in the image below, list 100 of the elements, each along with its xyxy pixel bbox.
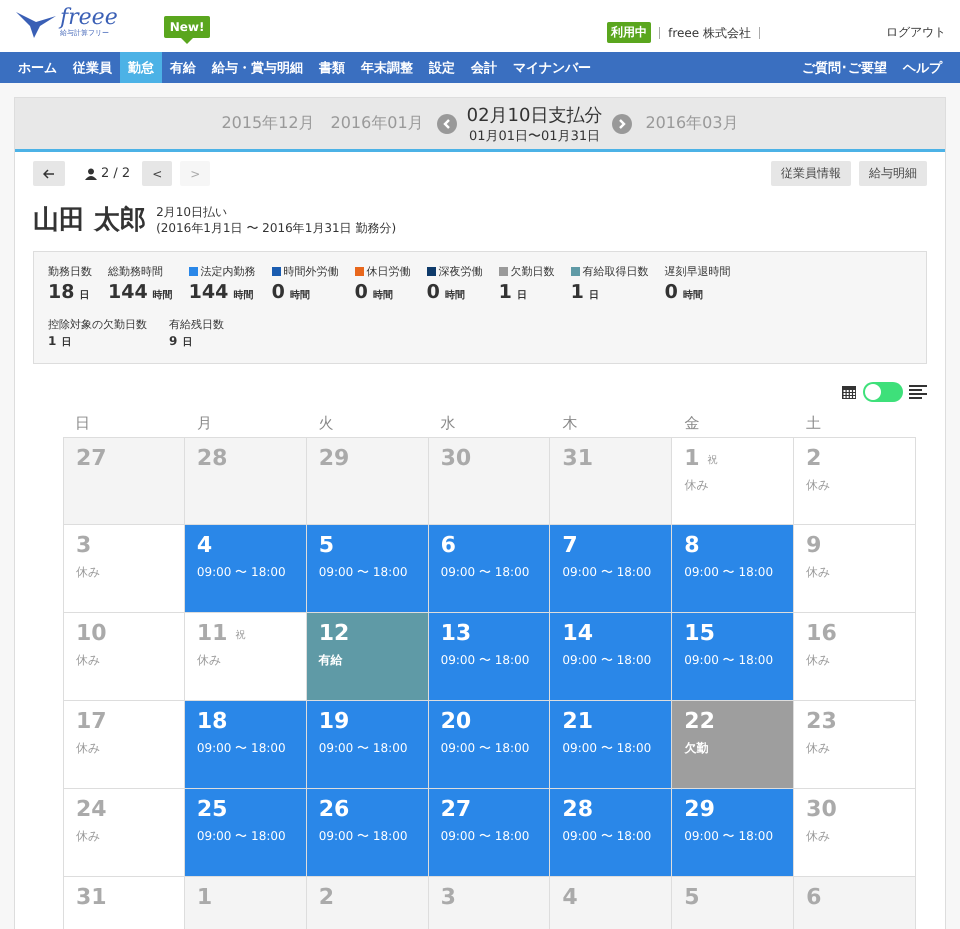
calendar-day[interactable]: 4 (550, 877, 672, 929)
calendar-day[interactable]: 31 (63, 877, 185, 929)
calendar-day[interactable]: 17 休み (63, 701, 185, 789)
nav-tab[interactable]: 給与・賞与明細 (204, 52, 311, 83)
stat-label: 休日労働 (354, 264, 411, 279)
next-icon[interactable] (612, 114, 632, 134)
back-button[interactable] (33, 161, 65, 186)
calendar-day[interactable]: 5 (672, 877, 794, 929)
day-note: 09:00 〜 18:00 (562, 828, 652, 845)
nav-link[interactable]: ヘルプ (895, 52, 950, 83)
calendar-day[interactable]: 2 休み (794, 437, 916, 525)
back-arrow-icon (43, 168, 55, 178)
list-icon[interactable] (909, 385, 927, 399)
pay-date: 2月10日払い (156, 204, 228, 220)
day-number: 31 (562, 446, 594, 471)
calendar-day[interactable]: 27 (63, 437, 185, 525)
day-number: 16 (806, 621, 837, 646)
nav-tab[interactable]: マイナンバー (505, 52, 599, 83)
person-icon (85, 168, 97, 180)
period-link[interactable]: 2016年01月 (328, 113, 427, 134)
calendar-day[interactable]: 3 休み (63, 525, 185, 613)
calendar-day[interactable]: 5 09:00 〜 18:00 (306, 525, 429, 613)
calendar-day[interactable]: 29 (306, 437, 429, 525)
day-number: 6 (440, 533, 456, 558)
calendar-day[interactable]: 27 09:00 〜 18:00 (428, 789, 550, 877)
nav-tab[interactable]: 勤怠 (120, 52, 162, 83)
nav-tab[interactable]: 年末調整 (353, 52, 421, 83)
calendar-day[interactable]: 25 09:00 〜 18:00 (184, 789, 307, 877)
day-note: 09:00 〜 18:00 (196, 740, 287, 757)
calendar-day[interactable]: 31 (550, 437, 672, 525)
calendar-day[interactable]: 8 09:00 〜 18:00 (672, 525, 794, 613)
calendar-day[interactable]: 18 09:00 〜 18:00 (184, 701, 307, 789)
stat-value: 0 時間 (426, 281, 466, 303)
action-button[interactable]: 従業員情報 (771, 161, 851, 186)
calendar-day[interactable]: 30 休み (794, 789, 916, 877)
stat-value: 18 日 (48, 281, 90, 303)
calendar-day[interactable]: 2 (306, 877, 429, 929)
calendar-day[interactable]: 9 休み (794, 525, 916, 613)
nav-tab[interactable]: 従業員 (65, 52, 120, 83)
calendar-day[interactable]: 4 09:00 〜 18:00 (184, 525, 307, 613)
calendar-day[interactable]: 21 09:00 〜 18:00 (550, 701, 672, 789)
day-number: 5 (318, 533, 334, 558)
holiday-mark: 祝 (235, 628, 246, 643)
stat-value: 9 日 (169, 334, 194, 349)
calendar-day[interactable]: 12 有給 (306, 613, 429, 701)
calendar-day[interactable]: 26 09:00 〜 18:00 (306, 789, 429, 877)
previous-icon[interactable] (436, 114, 457, 134)
calendar-day[interactable]: 28 (184, 437, 307, 525)
calendar-day[interactable]: 22 欠勤 (672, 701, 794, 789)
day-number: 26 (318, 797, 350, 822)
calendar-day[interactable]: 1 (184, 877, 307, 929)
calendar-day[interactable]: 3 (428, 877, 550, 929)
day-number: 15 (684, 621, 715, 646)
calendar-day[interactable]: 23 休み (794, 701, 916, 789)
day-number: 3 (440, 885, 456, 910)
calendar-day[interactable]: 6 (794, 877, 916, 929)
weekday-label: 金 (683, 413, 700, 434)
calendar-day[interactable]: 20 09:00 〜 18:00 (428, 701, 550, 789)
action-button[interactable]: 給与明細 (859, 161, 927, 186)
calendar-day[interactable]: 7 09:00 〜 18:00 (550, 525, 672, 613)
calendar-icon[interactable] (841, 384, 857, 400)
calendar-day[interactable]: 19 09:00 〜 18:00 (306, 701, 429, 789)
day-number: 10 (76, 621, 107, 646)
nav-tab[interactable]: 会計 (463, 52, 505, 83)
calendar-day[interactable]: 14 09:00 〜 18:00 (550, 613, 672, 701)
calendar-day[interactable]: 28 09:00 〜 18:00 (550, 789, 672, 877)
calendar-day[interactable]: 16 休み (794, 613, 916, 701)
day-number: 2 (806, 446, 822, 471)
day-number: 3 (76, 533, 92, 558)
day-note: 09:00 〜 18:00 (562, 740, 652, 757)
nav-tab[interactable]: ホーム (10, 52, 65, 83)
nav-tab[interactable]: 書類 (311, 52, 353, 83)
view-toggle[interactable] (863, 382, 903, 402)
stat-label: 控除対象の欠勤日数 (48, 317, 147, 332)
calendar-day[interactable]: 30 (428, 437, 550, 525)
period-link[interactable]: 2015年12月 (218, 113, 318, 134)
calendar-day[interactable]: 24 休み (63, 789, 185, 877)
day-number: 17 (76, 709, 107, 734)
nav-link[interactable]: ご質問･ご要望 (794, 52, 895, 83)
previous-button[interactable]: < (142, 161, 172, 186)
calendar-day[interactable]: 6 09:00 〜 18:00 (428, 525, 550, 613)
employee-name: 山田 太郎 (33, 204, 146, 237)
day-number: 1 (684, 446, 700, 471)
next-button[interactable]: > (180, 161, 210, 186)
nav-tab[interactable]: 設定 (421, 52, 463, 83)
period-link[interactable]: 2016年03月 (642, 113, 742, 134)
status-badge: 利用中 (607, 22, 652, 43)
day-note: 09:00 〜 18:00 (318, 740, 408, 757)
nav-tab[interactable]: 有給 (162, 52, 204, 83)
calendar-day[interactable]: 1 祝 休み (672, 437, 794, 525)
calendar-day[interactable]: 29 09:00 〜 18:00 (672, 789, 794, 877)
day-number: 20 (440, 709, 472, 734)
day-number: 27 (76, 446, 107, 471)
logout-link[interactable]: ログアウト (886, 24, 946, 41)
calendar-day[interactable]: 13 09:00 〜 18:00 (428, 613, 550, 701)
stat-label: 時間外労働 (272, 264, 339, 279)
day-note: 休み (76, 740, 101, 757)
calendar-day[interactable]: 15 09:00 〜 18:00 (672, 613, 794, 701)
calendar-day[interactable]: 11 祝 休み (184, 613, 307, 701)
calendar-day[interactable]: 10 休み (63, 613, 185, 701)
